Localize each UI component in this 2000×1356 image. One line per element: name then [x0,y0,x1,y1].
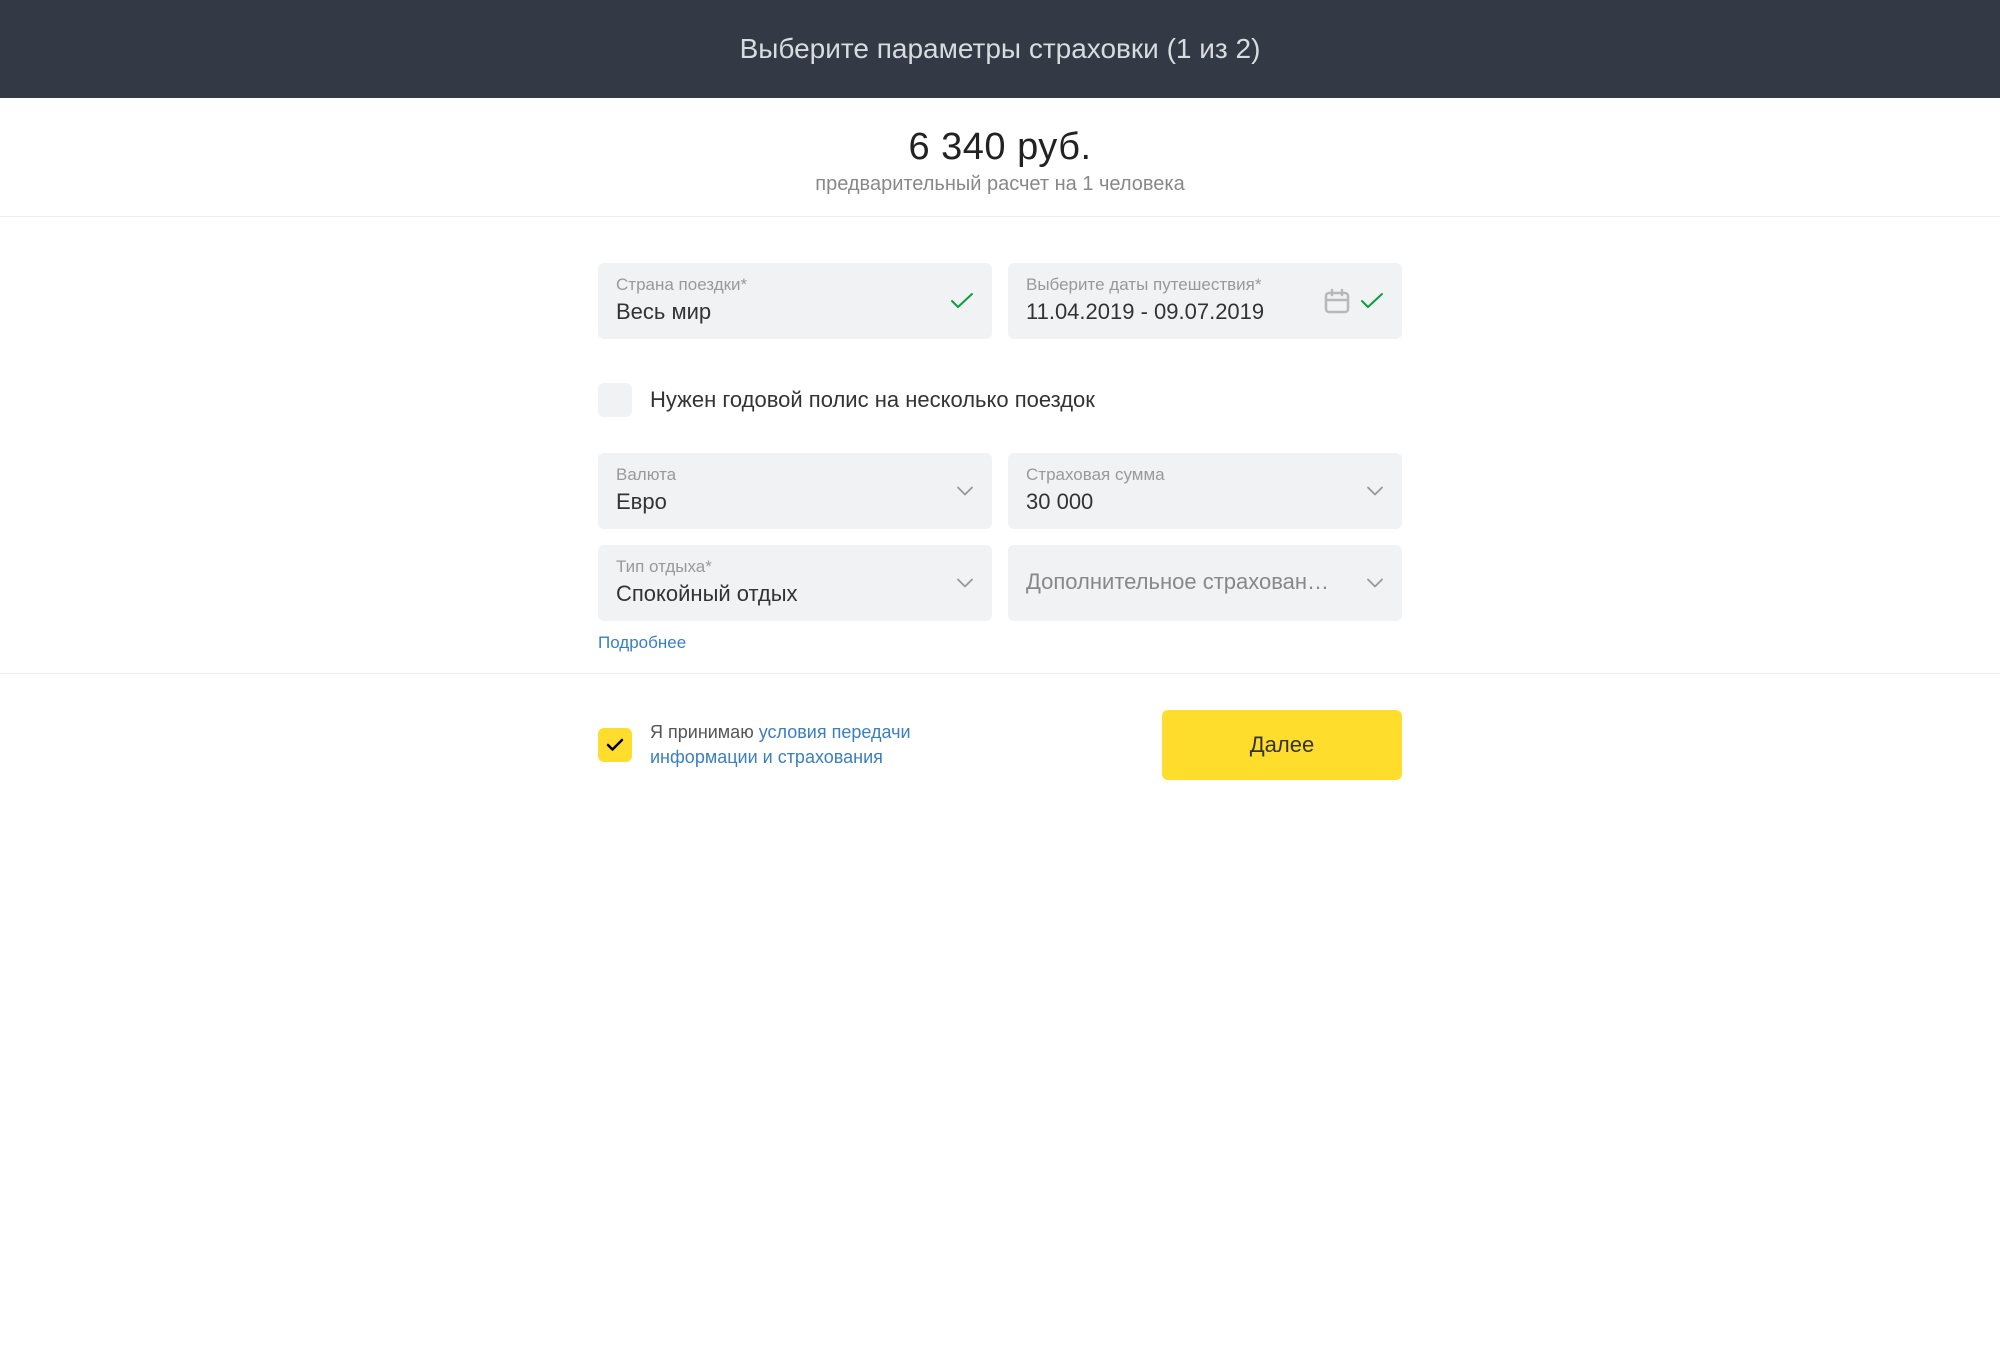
check-icon [606,738,624,752]
next-button[interactable]: Далее [1162,710,1402,780]
price-section: 6 340 руб. предварительный расчет на 1 ч… [0,98,2000,217]
chevron-down-icon [1366,578,1384,589]
chevron-down-icon [956,486,974,497]
coverage-value: 30 000 [1026,489,1344,515]
country-label: Страна поездки* [616,275,934,295]
agreement-prefix: Я принимаю [650,722,759,742]
dates-value: 11.04.2019 - 09.07.2019 [1026,299,1314,325]
currency-label: Валюта [616,465,934,485]
agreement-text: Я принимаю условия передачи информации и… [650,720,1000,770]
step-header: Выберите параметры страховки (1 из 2) [0,0,2000,98]
check-icon [950,292,974,310]
check-icon [1360,292,1384,310]
price-amount: 6 340 руб. [0,126,2000,169]
currency-value: Евро [616,489,934,515]
currency-field[interactable]: Валюта Евро [598,453,992,529]
step-title: Выберите параметры страховки (1 из 2) [740,33,1261,64]
vacation-type-field[interactable]: Тип отдыха* Спокойный отдых [598,545,992,621]
agreement-checkbox[interactable] [598,728,632,762]
calendar-icon [1324,288,1350,314]
footer-section: Я принимаю условия передачи информации и… [0,673,2000,816]
coverage-label: Страховая сумма [1026,465,1344,485]
annual-policy-label: Нужен годовой полис на несколько поездок [650,387,1095,413]
form-container: Страна поездки* Весь мир Выберите даты п… [598,217,1402,673]
chevron-down-icon [1366,486,1384,497]
chevron-down-icon [956,578,974,589]
dates-label: Выберите даты путешествия* [1026,275,1314,295]
country-value: Весь мир [616,299,934,325]
additional-placeholder: Дополнительное страхован… [1026,569,1384,595]
vacation-type-label: Тип отдыха* [616,557,934,577]
additional-insurance-field[interactable]: Дополнительное страхован… [1008,545,1402,621]
annual-policy-checkbox[interactable] [598,383,632,417]
dates-field[interactable]: Выберите даты путешествия* 11.04.2019 - … [1008,263,1402,339]
vacation-type-value: Спокойный отдых [616,581,934,607]
more-link[interactable]: Подробнее [598,633,686,653]
coverage-field[interactable]: Страховая сумма 30 000 [1008,453,1402,529]
country-field[interactable]: Страна поездки* Весь мир [598,263,992,339]
price-subtitle: предварительный расчет на 1 человека [0,173,2000,196]
